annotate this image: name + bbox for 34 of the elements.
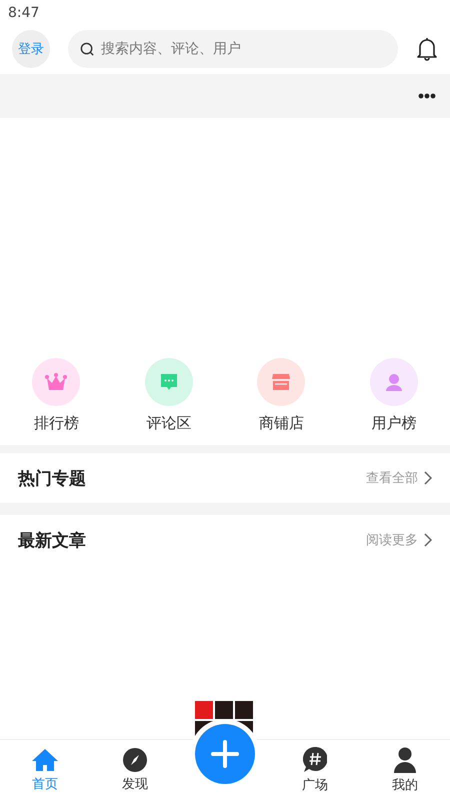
add-button[interactable]: [195, 724, 255, 784]
shortcut-label: 用户榜: [371, 414, 416, 433]
shortcut-label: 评论区: [146, 414, 192, 433]
shortcut-label: 排行榜: [34, 414, 79, 433]
shortcut-label: 商铺店: [258, 414, 304, 433]
bell-icon[interactable]: [416, 37, 438, 61]
more-icon[interactable]: [418, 93, 436, 99]
user-icon: [384, 373, 403, 391]
more-link[interactable]: 查看全部: [366, 469, 432, 487]
chevron-right-icon: [424, 471, 432, 485]
crown-icon: [45, 373, 68, 391]
shortcut-button[interactable]: [144, 358, 193, 406]
chat-icon: [158, 372, 179, 392]
login-button[interactable]: 登录: [12, 30, 50, 68]
tab-item[interactable]: 广场: [270, 740, 360, 800]
shortcut-button[interactable]: [257, 358, 306, 406]
search-icon: [80, 42, 95, 57]
tab-item[interactable]: 发现: [90, 740, 180, 800]
shop-icon: [271, 373, 292, 391]
home-icon: [31, 748, 59, 772]
shortcut-button[interactable]: [32, 358, 80, 406]
shortcut-button[interactable]: [370, 358, 418, 406]
compass-icon: [123, 748, 147, 772]
search-field[interactable]: 搜索内容、评论、用户: [68, 30, 398, 68]
person-icon: [394, 746, 416, 772]
section-title: 热门专题: [18, 468, 86, 490]
tab-item[interactable]: 首页: [0, 740, 90, 800]
status-time: 8:47: [8, 5, 40, 21]
more-link[interactable]: 阅读更多: [366, 531, 432, 549]
plus-icon: [211, 740, 239, 768]
hashtag-bubble-icon: [303, 746, 327, 772]
tab-item[interactable]: 我的: [360, 740, 450, 800]
chevron-right-icon: [424, 533, 432, 547]
section-title: 最新文章: [18, 530, 86, 552]
